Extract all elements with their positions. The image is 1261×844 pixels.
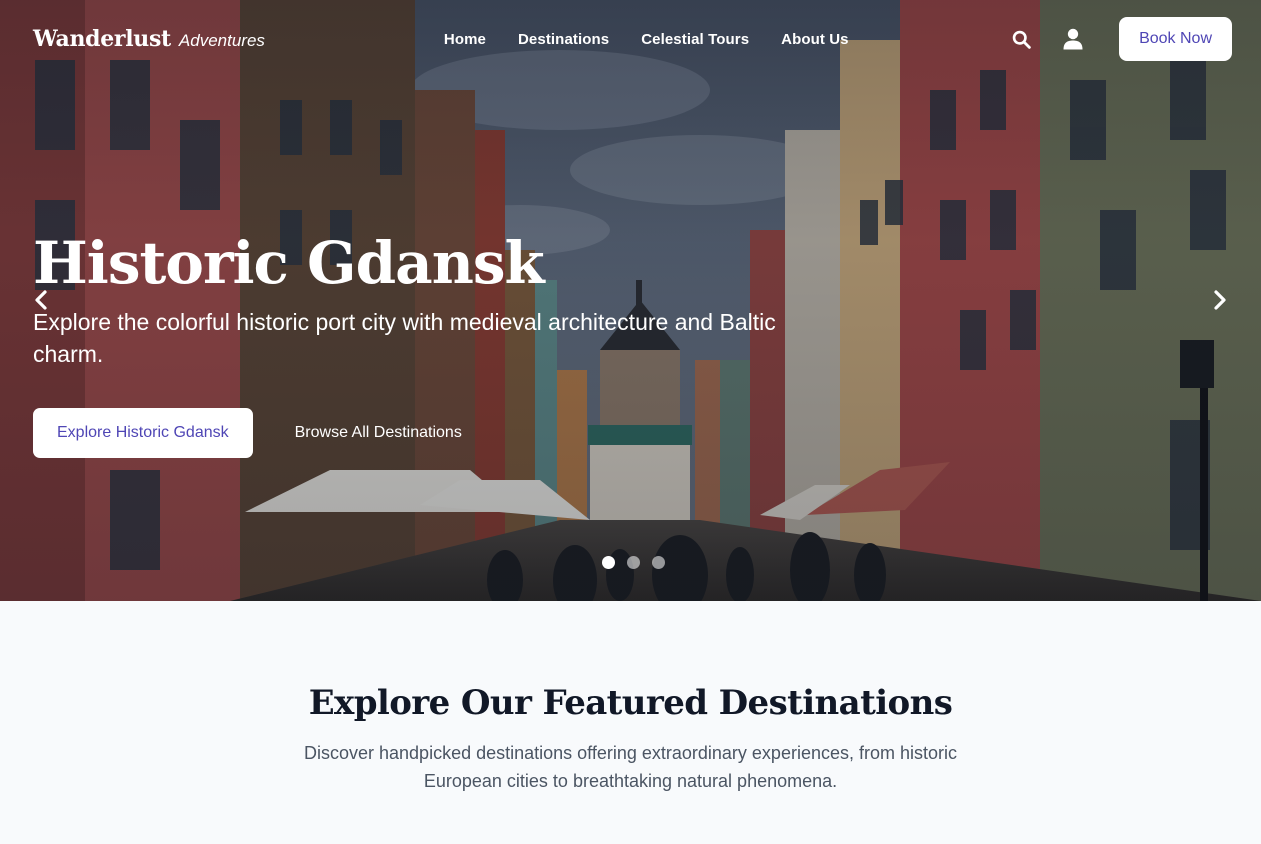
nav-link-home[interactable]: Home [444,31,486,48]
featured-destinations-section: Explore Our Featured Destinations Discov… [0,601,1261,844]
browse-destinations-button[interactable]: Browse All Destinations [277,408,480,458]
hero-content: Historic Gdansk Explore the colorful his… [33,226,823,458]
user-icon[interactable] [1061,27,1085,51]
hero-subtitle: Explore the colorful historic port city … [33,309,776,367]
search-icon[interactable] [1009,27,1033,51]
hero-actions: Explore Historic Gdansk Browse All Desti… [33,408,823,458]
nav-link-celestial-tours[interactable]: Celestial Tours [641,31,749,48]
hero-title: Historic Gdansk [33,229,545,297]
carousel-dot-1[interactable] [602,556,615,569]
carousel-dot-3[interactable] [652,556,665,569]
nav-links: Home Destinations Celestial Tours About … [444,31,849,48]
carousel-indicators [602,556,665,569]
logo-wordmark: Wanderlust [33,26,171,52]
explore-destination-button[interactable]: Explore Historic Gdansk [33,408,253,458]
book-now-button[interactable]: Book Now [1119,17,1232,61]
nav-link-destinations[interactable]: Destinations [518,31,609,48]
nav-actions: Book Now [1009,17,1232,61]
logo[interactable]: Wanderlust Adventures [33,26,265,52]
section-title: Explore Our Featured Destinations [308,683,953,723]
nav-link-about-us[interactable]: About Us [781,31,848,48]
carousel-dot-2[interactable] [627,556,640,569]
chevron-right-icon[interactable] [1207,288,1231,312]
logo-tagline: Adventures [178,31,265,50]
top-navigation: Wanderlust Adventures Home Destinations … [0,0,1261,78]
section-description: Discover handpicked destinations offerin… [304,743,957,791]
hero-carousel: Wanderlust Adventures Home Destinations … [0,0,1261,601]
